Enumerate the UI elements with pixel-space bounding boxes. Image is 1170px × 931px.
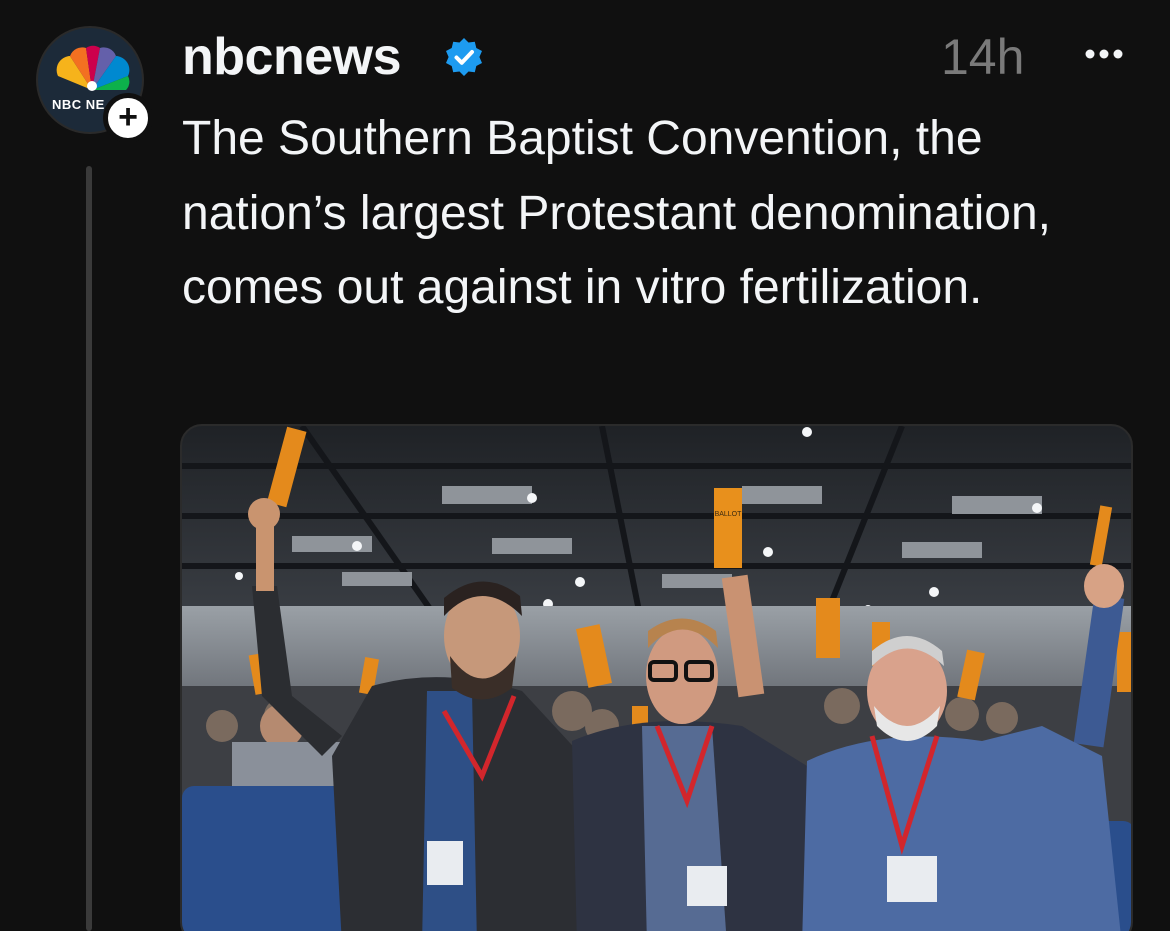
thread-post: NBC NE + nbcnews 14h The Southern Baptis… bbox=[0, 0, 1170, 931]
post-text: The Southern Baptist Convention, the nat… bbox=[182, 112, 1051, 314]
post-image[interactable]: BALLOT bbox=[180, 424, 1133, 931]
thread-line bbox=[86, 166, 92, 931]
verified-badge-icon bbox=[446, 38, 482, 76]
post-timestamp: 14h bbox=[941, 29, 1025, 85]
follow-button[interactable]: + bbox=[103, 93, 153, 143]
plus-icon: + bbox=[118, 97, 138, 136]
avatar-label: NBC NE bbox=[52, 97, 105, 112]
username[interactable]: nbcnews bbox=[182, 24, 402, 90]
ballot-label: BALLOT bbox=[715, 511, 743, 518]
more-dots-icon[interactable] bbox=[1080, 36, 1128, 72]
convention-photo: BALLOT bbox=[182, 426, 1131, 931]
